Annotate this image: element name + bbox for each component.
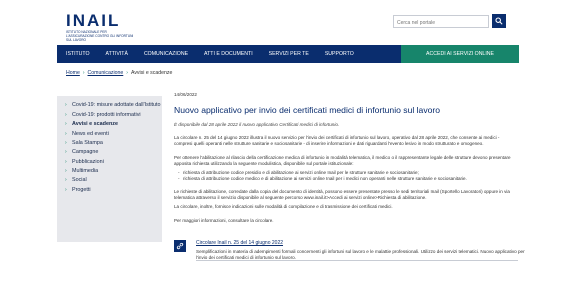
circular-link[interactable]: Circolare Inail n. 25 del 14 giugno 2022 bbox=[196, 240, 283, 246]
chevron-right-icon: › bbox=[65, 139, 67, 146]
sidebar-item-news[interactable]: › News ed eventi bbox=[57, 129, 162, 138]
chevron-right-icon: › bbox=[65, 130, 67, 137]
chevron-right-icon: › bbox=[126, 70, 128, 76]
list-item: richiesta di attribuzione codice medico … bbox=[174, 176, 514, 182]
logo-subtitle: ISTITUTO NAZIONALE PER L'ASSICURAZIONE C… bbox=[66, 30, 134, 42]
article-paragraph: La circolare, inoltre, fornisce indicazi… bbox=[174, 204, 393, 210]
search-button[interactable] bbox=[492, 14, 506, 28]
breadcrumb-comunicazione[interactable]: Comunicazione bbox=[88, 70, 124, 76]
logo-text: INAIL bbox=[66, 11, 121, 30]
sidebar-item-progetti[interactable]: › Progetti bbox=[57, 185, 162, 194]
search-icon bbox=[495, 17, 503, 25]
article-paragraph: Per ottenere l'abilitazione al rilascio … bbox=[174, 154, 511, 166]
sidebar-item-campagne[interactable]: › Campagne bbox=[57, 148, 162, 157]
article-title: Nuovo applicativo per invio dei certific… bbox=[174, 105, 441, 115]
nav-item-istituto[interactable]: ISTITUTO bbox=[57, 45, 98, 63]
sidebar-item-avvisi-scadenze[interactable]: › Avvisi e scadenze bbox=[57, 120, 162, 129]
breadcrumb-home[interactable]: Home bbox=[66, 70, 80, 76]
chevron-right-icon: › bbox=[65, 158, 67, 165]
sidebar-item-social[interactable]: › Social bbox=[57, 176, 162, 185]
chevron-right-icon: › bbox=[82, 70, 85, 76]
article-date: 14/06/2022 bbox=[174, 92, 197, 97]
divider bbox=[196, 260, 518, 261]
article-paragraph: La circolare n. 25 del 14 giugno 2022 il… bbox=[174, 135, 500, 146]
article-paragraph: Per maggiori informazioni, consultare la… bbox=[174, 218, 274, 224]
breadcrumb: Home › Comunicazione › Avvisi e scadenze bbox=[66, 70, 172, 76]
sidebar: › Covid-19: misure adottate dall'Istituto… bbox=[57, 96, 162, 242]
nav-item-atti-e-documenti[interactable]: ATTI E DOCUMENTI bbox=[196, 45, 261, 63]
nav-item-comunicazione[interactable]: COMUNICAZIONE bbox=[136, 45, 196, 63]
chevron-right-icon: › bbox=[65, 168, 67, 175]
chevron-right-icon: › bbox=[65, 177, 67, 184]
chevron-right-icon: › bbox=[65, 149, 67, 156]
sidebar-item-sala-stampa[interactable]: › Sala Stampa bbox=[57, 139, 162, 148]
search-input[interactable] bbox=[393, 15, 489, 28]
link-icon bbox=[174, 240, 186, 252]
breadcrumb-current: Avvisi e scadenze bbox=[130, 70, 173, 76]
main-nav: ISTITUTO ATTIVITÀ COMUNICAZIONE ATTI E D… bbox=[57, 45, 519, 63]
sidebar-item-covid-prodotti[interactable]: › Covid-19: prodotti informativi bbox=[57, 110, 162, 119]
chevron-right-icon: › bbox=[65, 186, 67, 193]
requirements-list: richiesta di attribuzione codice presidi… bbox=[174, 170, 514, 182]
nav-item-supporto[interactable]: SUPPORTO bbox=[317, 45, 362, 63]
nav-item-attivita[interactable]: ATTIVITÀ bbox=[98, 45, 136, 63]
inail-logo[interactable]: INAIL ISTITUTO NAZIONALE PER L'ASSICURAZ… bbox=[66, 12, 136, 42]
sidebar-item-covid-misure[interactable]: › Covid-19: misure adottate dall'Istituto bbox=[57, 101, 162, 110]
online-services-button[interactable]: ACCEDI AI SERVIZI ONLINE bbox=[401, 45, 519, 63]
sidebar-item-multimedia[interactable]: › Multimedia bbox=[57, 167, 162, 176]
chevron-right-icon: › bbox=[65, 102, 67, 109]
article: 14/06/2022 Nuovo applicativo per invio d… bbox=[174, 92, 514, 224]
chevron-right-icon: › bbox=[65, 121, 67, 128]
sidebar-item-pubblicazioni[interactable]: › Pubblicazioni bbox=[57, 157, 162, 166]
article-paragraph: Le richieste di abilitazione, corredate … bbox=[174, 189, 510, 201]
chevron-right-icon: › bbox=[65, 111, 67, 118]
nav-item-servizi-per-te[interactable]: SERVIZI PER TE bbox=[261, 45, 317, 63]
article-subtitle: È disponibile dal 28 aprile 2022 il nuov… bbox=[174, 122, 340, 127]
